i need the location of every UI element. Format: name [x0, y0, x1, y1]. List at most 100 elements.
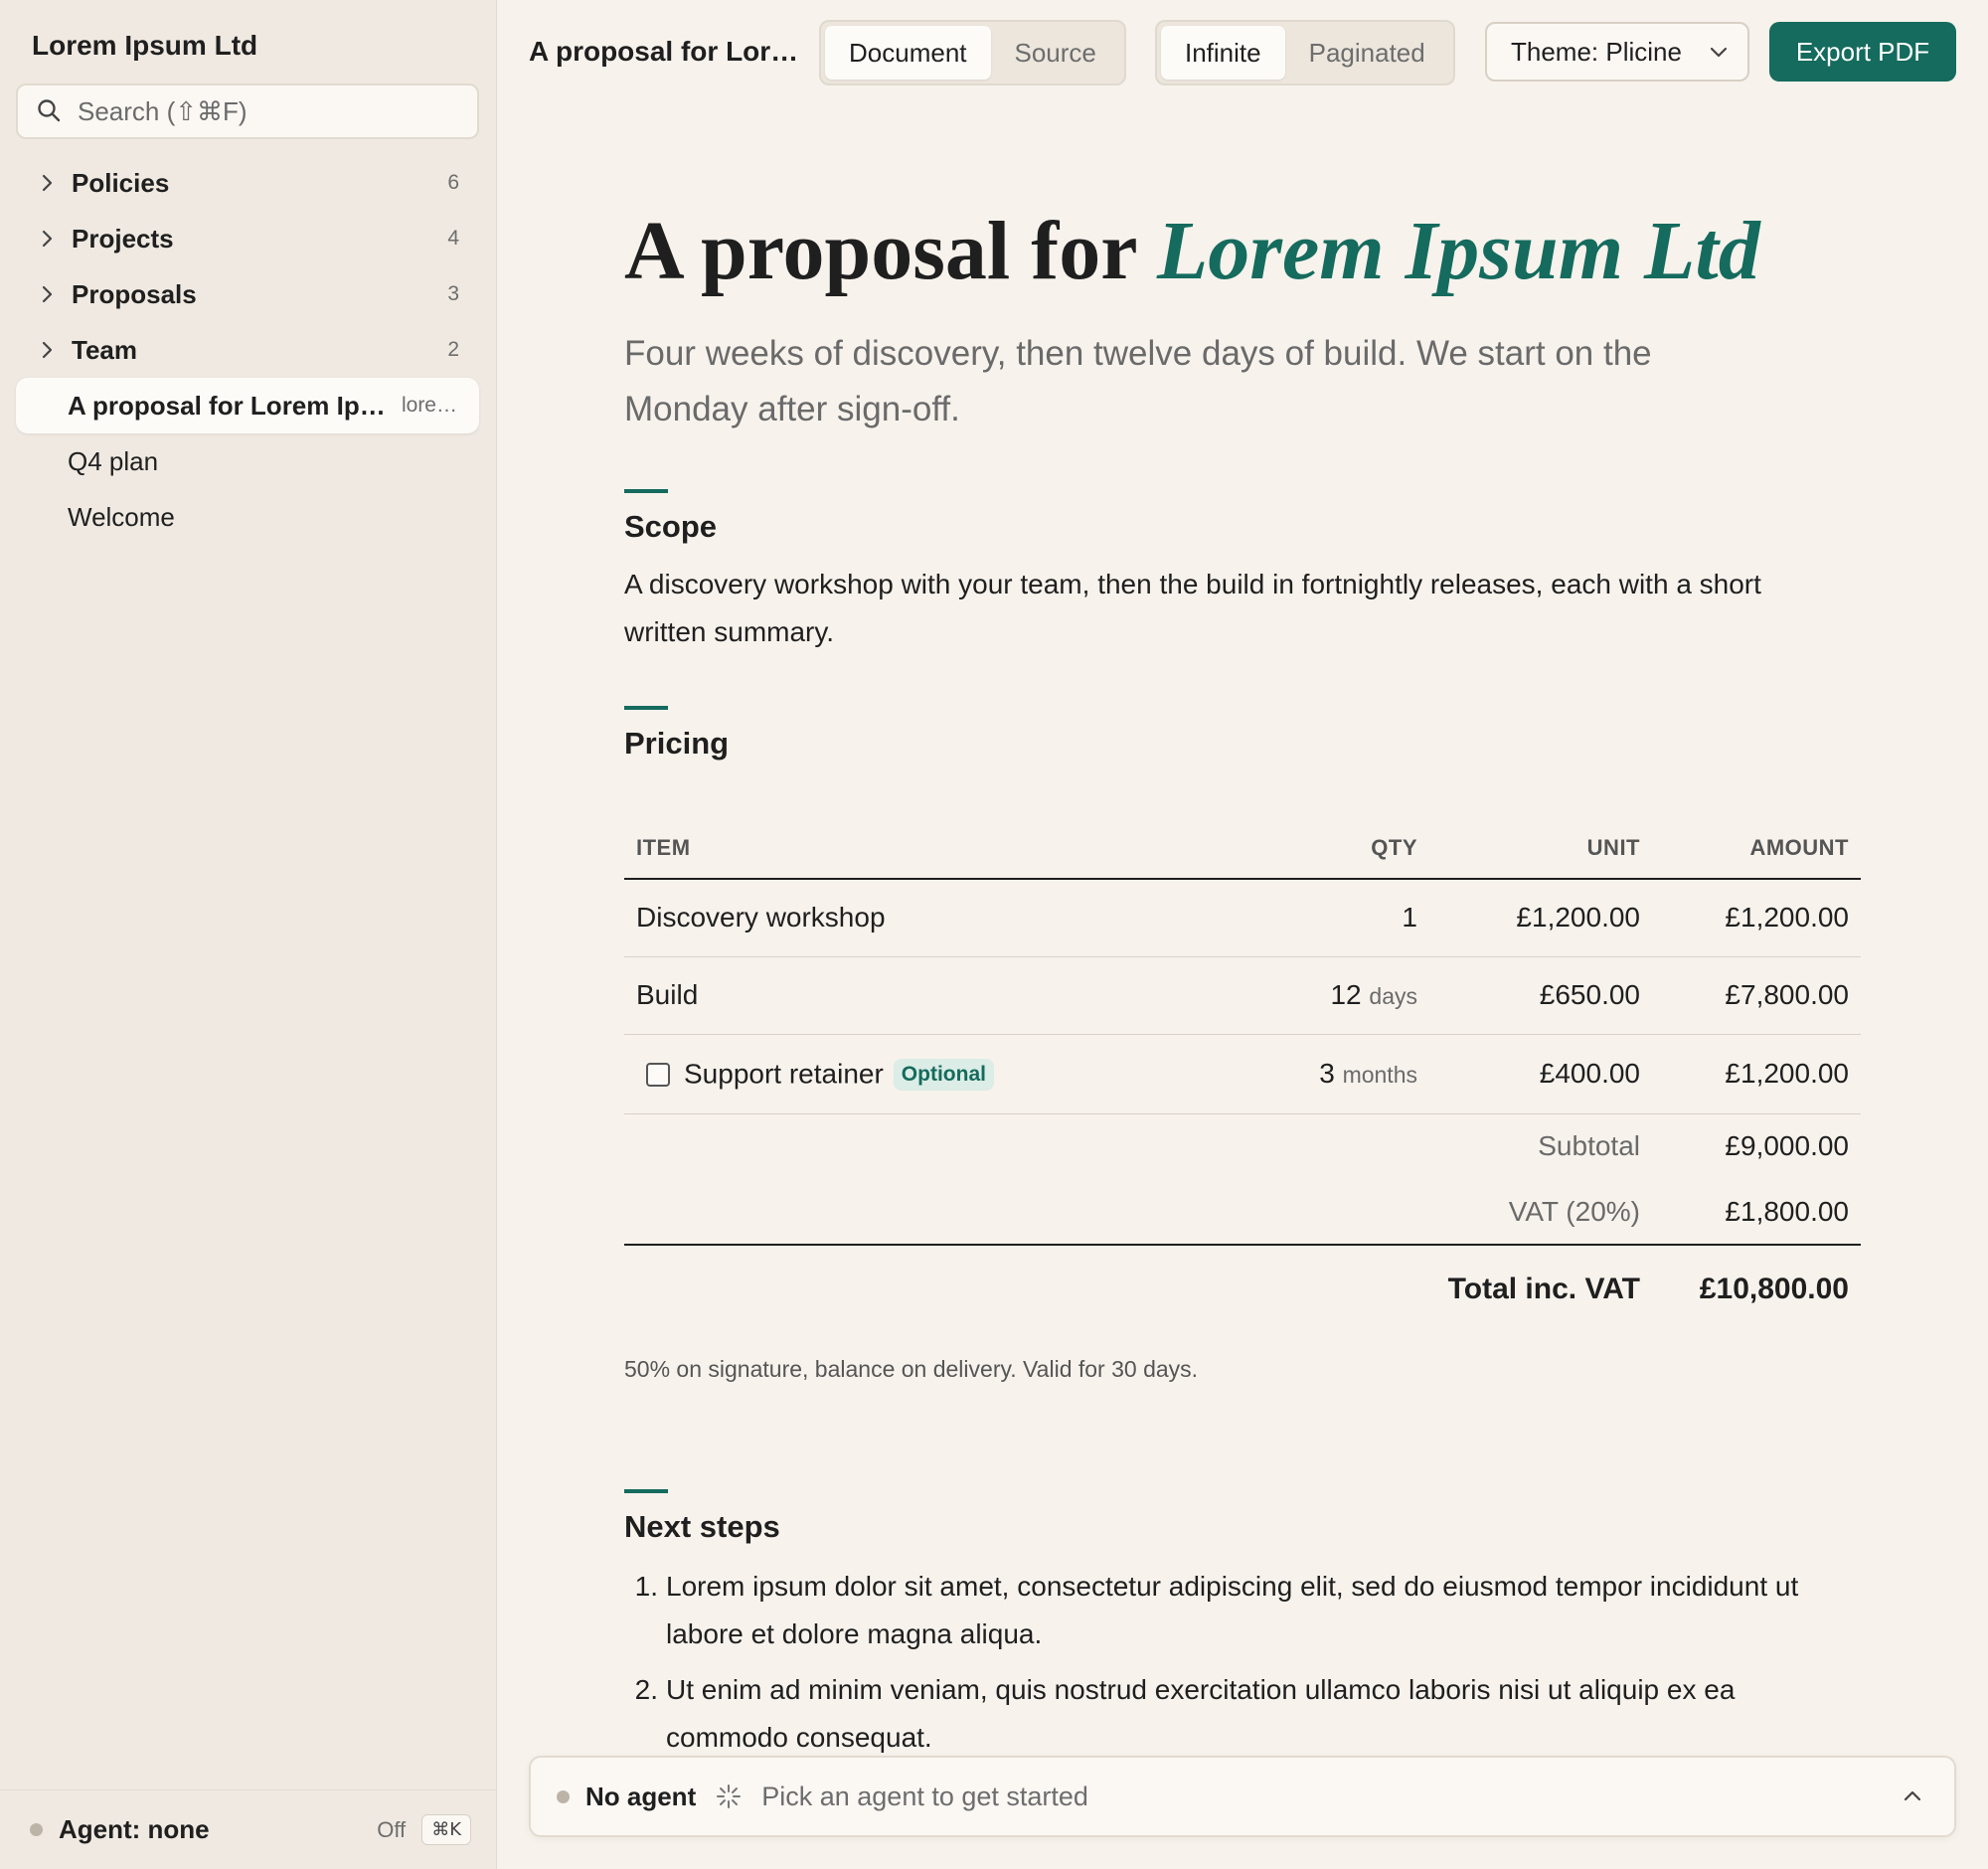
list-item-text: Ut enim ad minim veniam, quis nostrud ex… [666, 1674, 1736, 1753]
list-item: 1. Lorem ipsum dolor sit amet, consectetu… [624, 1563, 1857, 1658]
tab-document[interactable]: Document [825, 26, 991, 80]
agent-status-dot [30, 1823, 43, 1836]
list-item: 2. Ut enim ad minim veniam, quis nostrud … [624, 1666, 1857, 1762]
spacer-cell [624, 1179, 1280, 1246]
qty-value: 3 [1319, 1058, 1335, 1089]
sidebar-group-count: 6 [447, 171, 459, 194]
theme-select-label: Theme: Plicine [1511, 36, 1682, 67]
qty-unit: days [1369, 983, 1417, 1009]
vat-value: £1,800.00 [1652, 1179, 1861, 1246]
sidebar-group-label: Projects [72, 223, 174, 254]
cell-qty: 12 days [1280, 956, 1429, 1035]
section-heading-scope: Scope [624, 509, 718, 544]
sidebar-group-label: Policies [72, 167, 170, 198]
sidebar-doc-welcome[interactable]: Welcome [16, 489, 479, 545]
view-mode-toggle: Document Source [819, 20, 1126, 85]
sidebar-group-projects[interactable]: Projects 4 [16, 211, 479, 266]
list-number: 2. [634, 1674, 658, 1705]
cell-unit: £1,200.00 [1429, 879, 1652, 957]
sidebar-group-label: Team [72, 334, 137, 365]
cell-item: Build [624, 956, 1280, 1035]
chevron-right-icon [36, 283, 58, 305]
sidebar-doc-q4-plan[interactable]: Q4 plan [16, 433, 479, 489]
tab-infinite[interactable]: Infinite [1161, 26, 1285, 80]
cell-amount: £1,200.00 [1652, 1034, 1861, 1114]
column-header: ITEM [624, 817, 1280, 880]
column-header: UNIT [1429, 817, 1652, 880]
sidebar-doc-label: Welcome [68, 501, 175, 532]
sidebar-group-count: 2 [447, 338, 459, 361]
agent-hint: Pick an agent to get started [761, 1781, 1088, 1811]
total-value: £10,800.00 [1699, 1272, 1849, 1305]
chevron-right-icon [36, 339, 58, 361]
agent-bar[interactable]: No agent Pick an agent to get started [529, 1756, 1956, 1837]
chevron-up-icon[interactable] [1901, 1784, 1924, 1808]
search-icon [36, 97, 64, 125]
section-heading-pricing: Pricing [624, 726, 730, 761]
export-pdf-button[interactable]: Export PDF [1769, 22, 1956, 82]
search-box[interactable] [16, 84, 479, 139]
tab-paginated[interactable]: Paginated [1285, 26, 1449, 80]
agent-name: No agent [585, 1781, 697, 1811]
sidebar-group-proposals[interactable]: Proposals 3 [16, 266, 479, 322]
sidebar-group-team[interactable]: Team 2 [16, 322, 479, 378]
cell-unit: £400.00 [1429, 1034, 1652, 1114]
chevron-right-icon [36, 172, 58, 194]
cell-amount: £1,200.00 [1652, 879, 1861, 957]
search-input[interactable] [78, 95, 455, 127]
sparkle-icon [716, 1784, 742, 1809]
agent-label: Agent: none [59, 1814, 210, 1844]
qty-value: 12 [1330, 979, 1362, 1010]
total-label: Total inc. VAT [1447, 1272, 1640, 1305]
section-divider [624, 706, 668, 710]
spacer-cell [1280, 1179, 1429, 1246]
qty-value: 1 [1402, 902, 1417, 934]
item-label: Support retainer [684, 1058, 884, 1090]
next-steps-list: 1. Lorem ipsum dolor sit amet, consectetu… [624, 1563, 1857, 1770]
section-heading-next-steps: Next steps [624, 1509, 780, 1544]
document-lead: Four weeks of discovery, then twelve day… [624, 334, 1652, 428]
qty-unit: months [1342, 1062, 1417, 1088]
workspace-title: Lorem Ipsum Ltd [32, 30, 258, 61]
column-header: QTY [1280, 817, 1429, 880]
chevron-right-icon [36, 228, 58, 250]
document-heading: A proposal for Lorem Ipsum Ltd [624, 207, 1760, 296]
section-divider [624, 1489, 668, 1493]
scope-paragraph: A discovery workshop with your team, the… [624, 569, 1761, 647]
document-title: A proposal for Lor… [529, 36, 799, 67]
sidebar-group-policies[interactable]: Policies 6 [16, 155, 479, 211]
agent-shortcut: ⌘K [421, 1814, 471, 1845]
cell-qty: 3 months [1280, 1034, 1429, 1114]
pricing-table: ITEM QTY UNIT AMOUNT Discovery workshop … [624, 817, 1861, 1332]
sidebar-doc-label: Q4 plan [68, 445, 159, 476]
spacer-cell [624, 1245, 1280, 1332]
theme-select[interactable]: Theme: Plicine [1485, 22, 1749, 82]
cell-item: Discovery workshop [624, 879, 1280, 957]
cell-unit: £650.00 [1429, 956, 1652, 1035]
table-row: Discovery workshop 1 £1,200.00 £1,200.00 [624, 879, 1861, 957]
total-row: Total inc. VAT £10,800.00 [624, 1245, 1861, 1332]
optional-badge: Optional [893, 1058, 994, 1091]
list-item-text: Lorem ipsum dolor sit amet, consectetur … [666, 1571, 1799, 1649]
subtotal-value: £9,000.00 [1725, 1130, 1849, 1162]
list-number: 1. [634, 1571, 658, 1602]
layout-mode-toggle: Infinite Paginated [1155, 20, 1455, 85]
subtotal-row: Subtotal £9,000.00 [624, 1113, 1861, 1179]
sidebar-doc-proposal[interactable]: A proposal for Lorem Ipsum Ltd lore… [16, 378, 479, 433]
cell-amount: £7,800.00 [1652, 956, 1861, 1035]
spacer-cell [1280, 1113, 1429, 1179]
sidebar-group-label: Proposals [72, 278, 197, 309]
section-divider [624, 489, 668, 493]
topbar: A proposal for Lor… Document Source Infi… [497, 0, 1988, 105]
table-row: Build 12 days £650.00 £7,800.00 [624, 956, 1861, 1035]
agent-state: Off [377, 1816, 407, 1842]
column-header: AMOUNT [1652, 817, 1861, 880]
table-header-row: ITEM QTY UNIT AMOUNT [624, 817, 1861, 880]
sidebar-group-count: 4 [447, 227, 459, 250]
optional-item-checkbox[interactable] [646, 1062, 670, 1087]
cell-qty: 1 [1280, 879, 1429, 957]
subtotal-label: Subtotal [1538, 1130, 1640, 1162]
sidebar-footer[interactable]: Agent: none Off ⌘K [0, 1789, 497, 1869]
heading-plain: A proposal for [624, 205, 1136, 297]
tab-source[interactable]: Source [991, 26, 1120, 80]
